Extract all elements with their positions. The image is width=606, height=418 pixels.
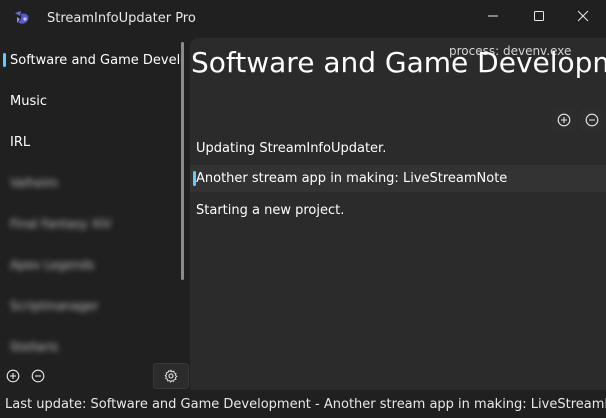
plus-circle-icon <box>6 369 20 383</box>
remove-category-button[interactable] <box>27 365 49 387</box>
minus-circle-icon <box>31 369 45 383</box>
window-title: StreamInfoUpdater Pro <box>47 11 196 26</box>
last-update-status: Last update: Software and Game Developme… <box>5 397 606 412</box>
entry-text: Updating StreamInfoUpdater. <box>196 141 387 156</box>
sidebar-item-label: IRL <box>10 134 31 150</box>
list-item[interactable]: Updating StreamInfoUpdater. <box>190 135 606 162</box>
sidebar-item-software-and-game-development[interactable]: Software and Game Development <box>0 40 184 80</box>
list-item[interactable]: Starting a new project. <box>190 197 606 224</box>
title-bar[interactable]: StreamInfoUpdater Pro <box>0 0 606 38</box>
sidebar-item-stellaris[interactable]: Stellaris <box>0 327 184 367</box>
selection-indicator <box>3 53 6 67</box>
sidebar-item-final-fantasy[interactable]: Final Fantasy XIV <box>0 204 184 244</box>
remove-entry-button[interactable] <box>580 108 604 132</box>
settings-button[interactable] <box>153 363 189 389</box>
sidebar-item-scriptmanager[interactable]: Scriptmanager <box>0 286 184 326</box>
add-category-button[interactable] <box>2 365 24 387</box>
close-icon <box>577 10 589 22</box>
sidebar-item-irl[interactable]: IRL <box>0 122 184 162</box>
add-entry-button[interactable] <box>552 108 576 132</box>
sidebar-scrollbar[interactable] <box>181 42 184 280</box>
minus-circle-icon <box>585 113 599 127</box>
sidebar-item-label: Software and Game Development <box>10 52 184 68</box>
sidebar-item-label: Valheim <box>10 176 58 190</box>
gear-icon <box>164 369 178 383</box>
selection-indicator <box>193 171 196 186</box>
plus-circle-icon <box>557 113 571 127</box>
sidebar-item-label: Apex Legends <box>10 258 95 272</box>
app-window: StreamInfoUpdater Pro Software and Game … <box>0 0 606 418</box>
list-item[interactable]: Another stream app in making: LiveStream… <box>190 165 606 192</box>
sidebar-item-valheim[interactable]: Valheim <box>0 163 184 203</box>
status-bar: Last update: Software and Game Developme… <box>0 390 606 418</box>
maximize-button[interactable] <box>516 0 562 32</box>
minimize-button[interactable] <box>470 0 516 32</box>
entry-text: Another stream app in making: LiveStream… <box>196 171 508 186</box>
minimize-icon <box>488 15 498 17</box>
close-button[interactable] <box>560 0 606 32</box>
category-sidebar: Software and Game Development Music IRL … <box>0 38 190 390</box>
app-logo-icon <box>12 9 34 29</box>
sidebar-item-music[interactable]: Music <box>0 81 184 121</box>
sidebar-item-label: Music <box>10 93 47 109</box>
sidebar-item-label: Scriptmanager <box>10 299 99 313</box>
sidebar-item-label: Final Fantasy XIV <box>10 217 112 231</box>
entry-text: Starting a new project. <box>196 203 345 218</box>
entries-panel: process: devenv.exe Software and Game De… <box>190 38 606 390</box>
category-title: Software and Game Development <box>191 46 606 79</box>
maximize-icon <box>534 11 544 21</box>
sidebar-item-label: Stellaris <box>10 340 59 354</box>
sidebar-item-apex-legends[interactable]: Apex Legends <box>0 245 184 285</box>
